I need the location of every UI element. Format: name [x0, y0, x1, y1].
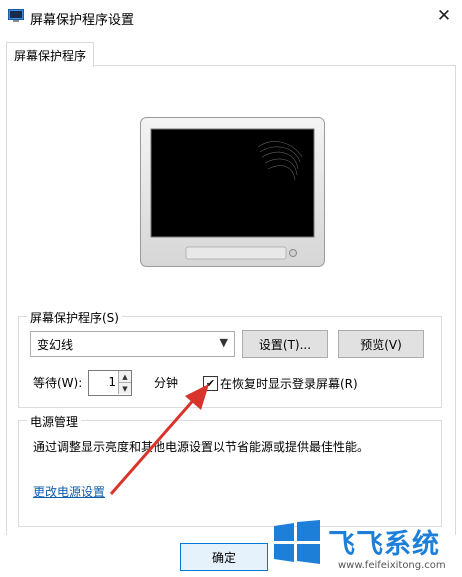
- watermark-brand: 飞飞系统: [328, 529, 440, 560]
- preview-button[interactable]: 预览(V): [338, 330, 424, 358]
- close-icon: ✕: [436, 6, 452, 26]
- watermark-url: www.feifeixitong.com: [338, 560, 446, 571]
- ok-button[interactable]: 确定: [180, 543, 268, 571]
- change-power-settings-link[interactable]: 更改电源设置: [33, 483, 105, 500]
- screensaver-preview: [140, 117, 325, 267]
- annotation-arrow: [109, 384, 209, 495]
- chevron-down-icon: ▼: [219, 336, 228, 349]
- screensaver-selected-value: 变幻线: [37, 338, 74, 352]
- windows-logo-icon: [274, 520, 320, 564]
- window-title: 屏幕保护程序设置: [30, 13, 135, 28]
- tab-screensaver[interactable]: 屏幕保护程序: [6, 42, 94, 67]
- power-group: [18, 420, 442, 527]
- resume-login-label[interactable]: 在恢复时显示登录屏幕(R): [220, 375, 358, 392]
- title-bar: 屏幕保护程序设置 ✕: [0, 0, 462, 34]
- power-group-label: 电源管理: [27, 413, 82, 430]
- screensaver-group-label: 屏幕保护程序(S): [27, 309, 122, 326]
- power-description: 通过调整显示亮度和其他电源设置以节省能源或提供最佳性能。: [33, 440, 370, 454]
- settings-button[interactable]: 设置(T)...: [242, 330, 328, 358]
- close-button[interactable]: ✕: [426, 0, 462, 32]
- wait-label: 等待(W):: [33, 376, 83, 390]
- screensaver-select[interactable]: 变幻线 ▼: [30, 331, 235, 357]
- monitor-icon: [8, 9, 24, 22]
